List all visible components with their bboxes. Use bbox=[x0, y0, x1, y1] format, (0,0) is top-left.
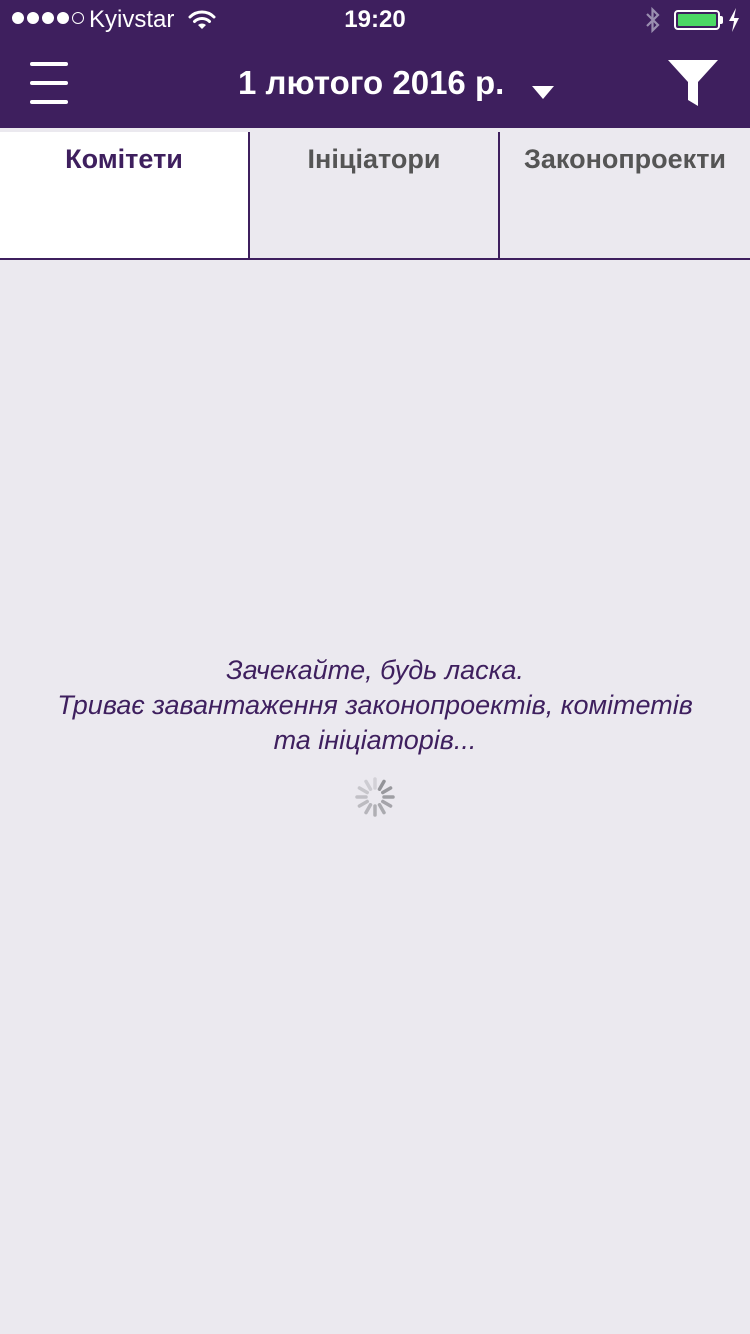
loading-line-2: Триває завантаження законопроектів, комі… bbox=[57, 690, 693, 720]
bluetooth-icon bbox=[646, 6, 660, 34]
app-header: Kyivstar 19:20 1 лютого 2016 р. bbox=[0, 0, 750, 128]
charging-bolt-icon bbox=[729, 8, 739, 32]
spinner-spoke bbox=[381, 786, 393, 795]
tab-committees[interactable]: Комітети bbox=[0, 132, 248, 258]
battery-cap bbox=[720, 16, 723, 24]
hamburger-icon-bar bbox=[30, 81, 68, 85]
spinner-spoke bbox=[377, 779, 386, 791]
filter-icon[interactable] bbox=[668, 60, 718, 108]
spinner-spoke bbox=[364, 779, 373, 791]
tab-bar: Комітети Ініціатори Законопроекти bbox=[0, 132, 750, 260]
status-bar: Kyivstar 19:20 bbox=[0, 0, 750, 40]
spinner-spoke bbox=[357, 799, 369, 808]
menu-button[interactable] bbox=[30, 62, 68, 104]
caret-down-icon[interactable] bbox=[532, 86, 554, 100]
status-time: 19:20 bbox=[344, 6, 406, 33]
hamburger-icon-bar bbox=[30, 100, 68, 104]
battery-icon bbox=[674, 10, 720, 30]
spinner-spoke bbox=[381, 799, 393, 808]
loading-line-3: та ініціаторів... bbox=[273, 725, 477, 755]
loading-line-1: Зачекайте, будь ласка. bbox=[226, 655, 524, 685]
spinner-spoke bbox=[364, 803, 373, 815]
tab-bills[interactable]: Законопроекти bbox=[500, 132, 750, 258]
spinner-spoke bbox=[357, 786, 369, 795]
tab-initiators[interactable]: Ініціатори bbox=[248, 132, 500, 258]
battery-level-fill bbox=[678, 14, 716, 26]
loading-message: Зачекайте, будь ласка. Триває завантажен… bbox=[0, 653, 750, 758]
spinner-spoke bbox=[377, 803, 386, 815]
hamburger-icon-bar bbox=[30, 62, 68, 66]
date-selector-title[interactable]: 1 лютого 2016 р. bbox=[238, 64, 504, 102]
loading-spinner-icon bbox=[355, 777, 395, 817]
